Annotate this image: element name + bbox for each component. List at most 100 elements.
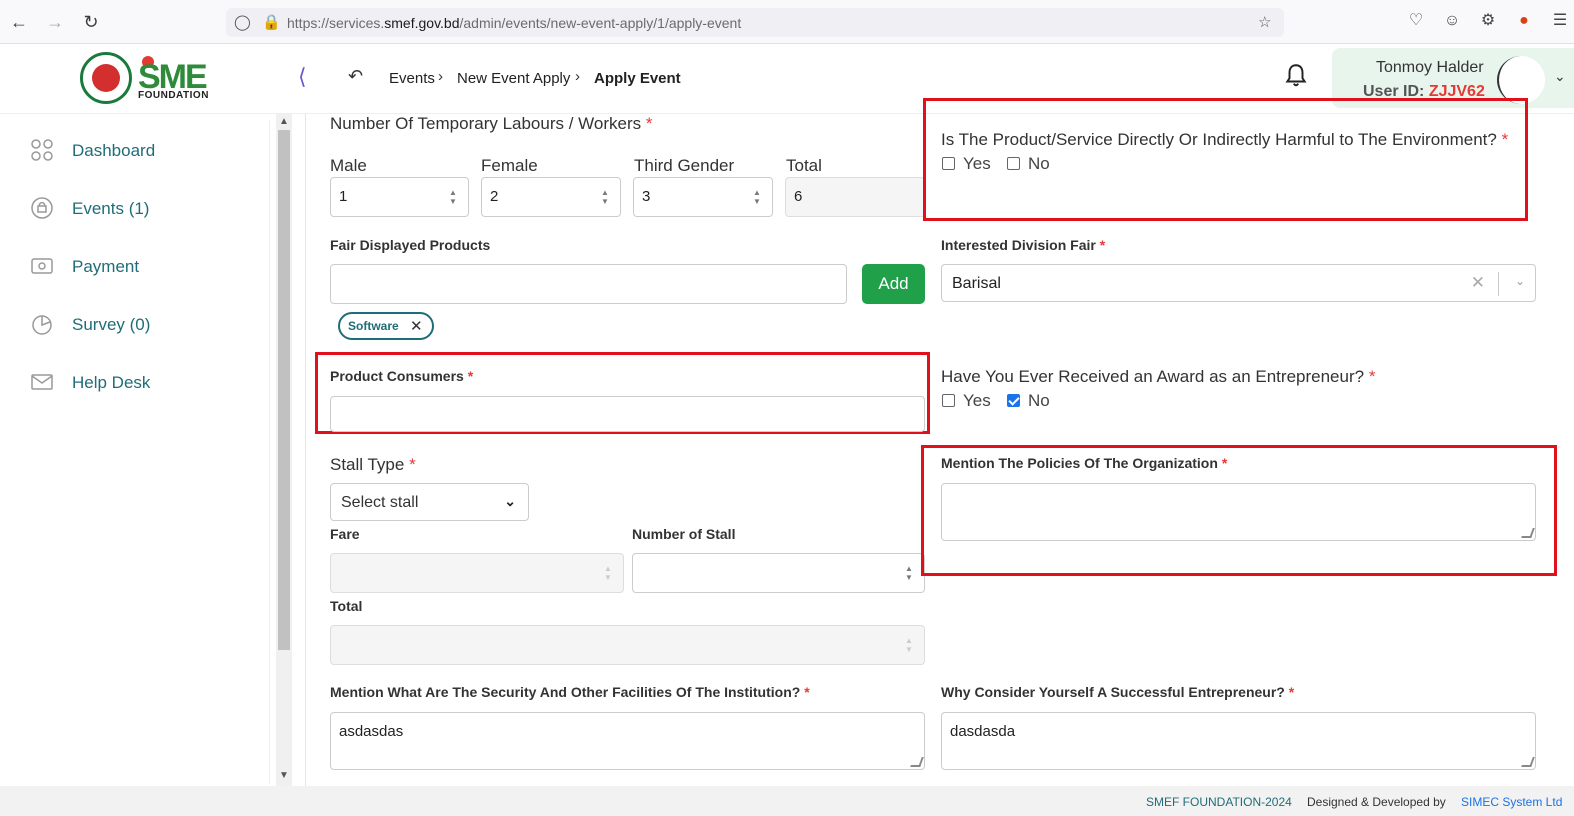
breadcrumb-new-event-apply[interactable]: New Event Apply: [457, 70, 570, 87]
scroll-up-icon[interactable]: ▲: [278, 116, 290, 127]
tag-label: Software: [348, 319, 399, 333]
resize-handle-icon[interactable]: [1521, 528, 1535, 538]
chevron-down-icon[interactable]: ⌄: [1554, 68, 1566, 85]
fare-input: ▲ ▼: [330, 553, 624, 593]
consumers-input[interactable]: [330, 396, 925, 432]
scroll-down-icon[interactable]: ▼: [278, 770, 290, 781]
number-of-stall-input[interactable]: ▲ ▼: [632, 553, 925, 593]
product-tag: Software ✕: [338, 312, 434, 340]
award-yes-checkbox[interactable]: [942, 394, 955, 407]
footer: SMEF FOUNDATION-2024 Designed & Develope…: [0, 786, 1574, 816]
third-gender-label: Third Gender: [634, 156, 735, 175]
division-value: Barisal: [952, 275, 1001, 292]
award-no-checkbox[interactable]: [1007, 394, 1020, 407]
chevron-right-icon: ›: [438, 68, 443, 85]
bangladesh-emblem-logo: [80, 52, 132, 104]
resize-handle-icon[interactable]: [910, 757, 924, 767]
undo-back-icon[interactable]: ↶: [348, 66, 363, 87]
harmful-yes-label: Yes: [963, 154, 991, 173]
harmful-yes-checkbox[interactable]: [942, 157, 955, 170]
stall-total-label: Total: [330, 598, 363, 614]
harmful-no-checkbox[interactable]: [1007, 157, 1020, 170]
successful-label: Why Consider Yourself A Successful Entre…: [941, 684, 1295, 700]
labours-title: Number Of Temporary Labours / Workers *: [330, 114, 653, 133]
award-no-label: No: [1028, 391, 1050, 410]
security-label: Mention What Are The Security And Other …: [330, 684, 810, 700]
sidebar-scrollbar[interactable]: ▲ ▼: [276, 114, 292, 786]
consumers-label: Product Consumers *: [330, 368, 474, 384]
fare-label: Fare: [330, 526, 360, 542]
sidebar-item-label: Events (1): [72, 199, 150, 218]
division-select[interactable]: Barisal ✕ ⌄: [941, 264, 1536, 302]
fair-products-input[interactable]: [330, 264, 847, 304]
events-icon: [31, 197, 53, 219]
account-icon[interactable]: ☺: [1442, 11, 1462, 31]
division-label: Interested Division Fair *: [941, 237, 1106, 253]
spinner-icon[interactable]: ▲ ▼: [600, 188, 610, 206]
harmful-no-label: No: [1028, 154, 1050, 173]
browser-toolbar: ← → ↻ ◯ 🔒 https://services.smef.gov.bd/a…: [0, 0, 1574, 44]
stall-type-select[interactable]: Select stall ⌄: [330, 483, 529, 521]
url-text: https://services.smef.gov.bd/admin/event…: [287, 15, 742, 31]
back-arrow-icon[interactable]: ←: [8, 11, 30, 33]
sidebar-collapse-icon[interactable]: ⟨: [298, 64, 307, 90]
chevron-down-icon: ⌄: [504, 493, 516, 509]
female-input[interactable]: 2 ▲ ▼: [481, 177, 621, 217]
profile-extension-icon[interactable]: ●: [1514, 11, 1534, 31]
sidebar-item-label: Help Desk: [72, 373, 151, 392]
sme-foundation-logo[interactable]: SME FOUNDATION: [138, 56, 210, 101]
chevron-down-icon[interactable]: ⌄: [1515, 274, 1525, 288]
policies-textarea[interactable]: [941, 483, 1536, 541]
avatar[interactable]: [1497, 56, 1545, 104]
security-textarea[interactable]: asdasdas: [330, 712, 925, 770]
total-workers-input: 6: [785, 177, 925, 217]
forward-arrow-icon[interactable]: →: [44, 11, 66, 33]
third-gender-input[interactable]: 3 ▲ ▼: [633, 177, 773, 217]
chevron-right-icon: ›: [575, 68, 580, 85]
lock-icon: 🔒: [262, 14, 281, 31]
fair-products-label: Fair Displayed Products: [330, 237, 491, 253]
spinner-icon: ▲ ▼: [604, 564, 612, 582]
bell-icon[interactable]: [1283, 62, 1309, 88]
select-separator: [1498, 272, 1499, 296]
scroll-thumb[interactable]: [278, 130, 290, 650]
award-question: Have You Ever Received an Award as an En…: [941, 367, 1376, 386]
sidebar-item-label: Dashboard: [72, 141, 156, 160]
award-yes-label: Yes: [963, 391, 991, 410]
spinner-icon[interactable]: ▲ ▼: [752, 188, 762, 206]
footer-designed-by: Designed & Developed by: [1307, 795, 1446, 809]
content-divider: [305, 114, 306, 786]
pocket-icon[interactable]: ♡: [1406, 11, 1426, 31]
bookmark-star-icon[interactable]: ☆: [1258, 13, 1271, 31]
spinner-icon[interactable]: ▲ ▼: [448, 188, 458, 206]
shield-icon: ◯: [234, 14, 251, 31]
sidebar-nav: Dashboard Events (1) Payment Survey (0): [4, 120, 270, 784]
spinner-icon[interactable]: ▲ ▼: [904, 564, 914, 582]
footer-company-link[interactable]: SIMEC System Ltd: [1461, 795, 1562, 809]
payment-icon: [31, 258, 53, 274]
number-of-stall-label: Number of Stall: [632, 526, 736, 542]
menu-icon[interactable]: ☰: [1550, 11, 1570, 31]
breadcrumb-events[interactable]: Events: [389, 70, 435, 87]
address-bar[interactable]: ◯ 🔒 https://services.smef.gov.bd/admin/e…: [226, 8, 1284, 37]
clear-icon[interactable]: ✕: [1471, 273, 1485, 293]
sidebar: Dashboard Events (1) Payment Survey (0): [0, 114, 292, 786]
male-input[interactable]: 1 ▲ ▼: [330, 177, 469, 217]
breadcrumb-apply-event: Apply Event: [594, 70, 681, 87]
user-name: Tonmoy Halder: [1376, 59, 1484, 76]
mail-icon: [31, 374, 53, 390]
stall-placeholder: Select stall: [341, 494, 419, 511]
male-label: Male: [330, 156, 367, 175]
add-product-button[interactable]: Add: [862, 264, 925, 304]
stall-type-label: Stall Type *: [330, 455, 416, 474]
survey-icon: [32, 315, 52, 335]
female-label: Female: [481, 156, 538, 175]
dashboard-icon: [31, 139, 53, 161]
remove-tag-icon[interactable]: ✕: [410, 317, 423, 335]
resize-handle-icon[interactable]: [1521, 757, 1535, 767]
reload-icon[interactable]: ↻: [80, 11, 102, 33]
successful-textarea[interactable]: dasdasda: [941, 712, 1536, 770]
sidebar-item-label: Payment: [72, 257, 140, 276]
extensions-icon[interactable]: ⚙: [1478, 11, 1498, 31]
total-label: Total: [786, 156, 822, 175]
